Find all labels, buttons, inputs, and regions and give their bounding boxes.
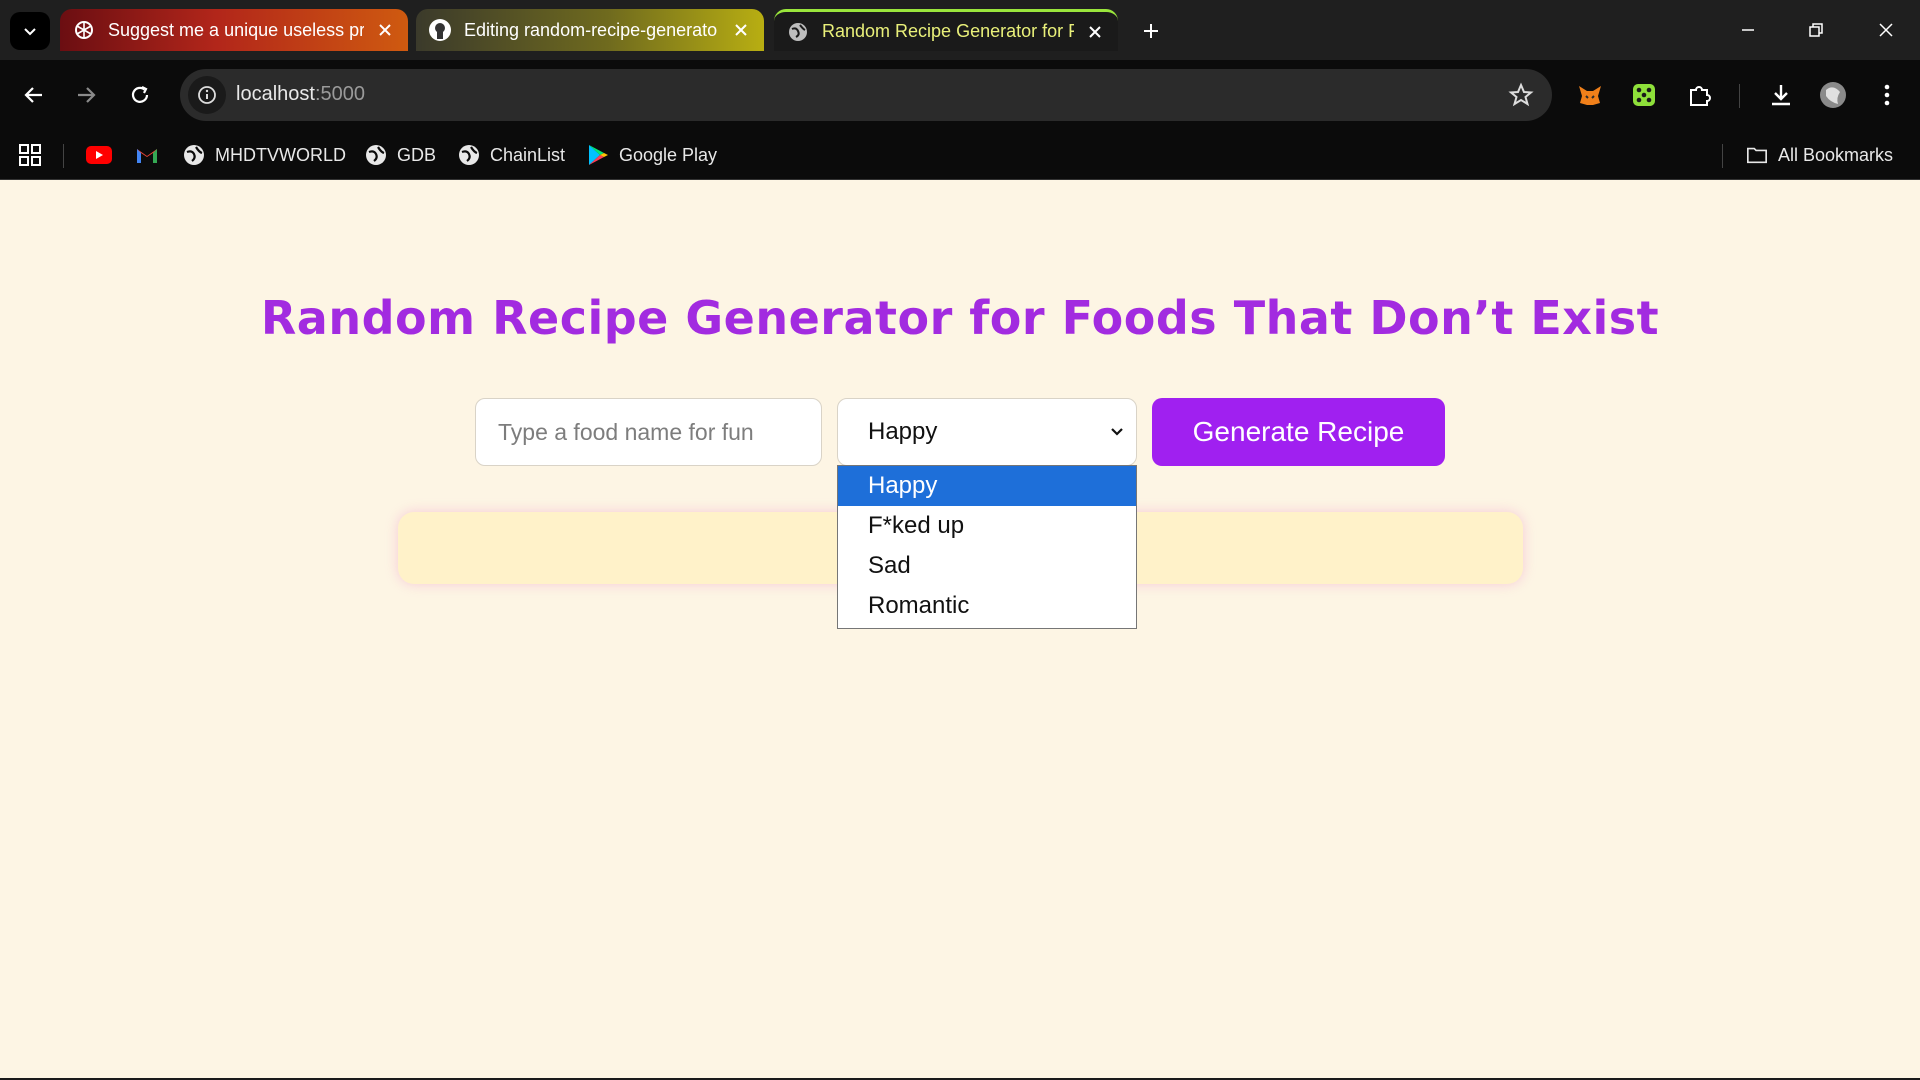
minimize-button[interactable] — [1728, 12, 1768, 48]
browser-menu-icon[interactable] — [1868, 76, 1906, 114]
tab-title: Editing random-recipe-generato — [464, 19, 718, 40]
tab-strip: Suggest me a unique useless pr Editing r… — [0, 0, 1920, 60]
mood-dropdown-list: Happy F*ked up Sad Romantic — [837, 465, 1137, 629]
arrow-left-icon — [24, 87, 42, 103]
bookmark-label: MHDTVWORLD — [215, 144, 346, 165]
bookmarks-divider — [63, 144, 64, 168]
reload-icon — [131, 86, 149, 103]
bookmark-google-play[interactable]: Google Play — [587, 140, 717, 170]
all-bookmarks-button[interactable]: All Bookmarks — [1746, 140, 1893, 170]
google-play-icon — [587, 144, 609, 166]
food-name-input[interactable] — [475, 398, 822, 466]
tab-search-button[interactable] — [10, 12, 50, 50]
bookmark-star-icon[interactable] — [1508, 82, 1534, 108]
bookmark-gdb[interactable]: GDB — [365, 140, 436, 170]
gmail-bookmark[interactable] — [135, 140, 159, 170]
tab-recipe-generator-active[interactable]: Random Recipe Generator for F — [774, 9, 1118, 51]
chevron-down-icon — [24, 28, 36, 36]
youtube-icon — [86, 146, 112, 164]
globe-icon — [786, 20, 810, 44]
minimize-icon — [1742, 29, 1754, 31]
globe-icon — [458, 144, 480, 166]
close-icon[interactable] — [1084, 21, 1106, 43]
bookmark-mhdtvworld[interactable]: MHDTVWORLD — [183, 140, 346, 170]
arrow-right-icon — [78, 87, 96, 103]
url-text[interactable]: localhost:5000 — [236, 83, 365, 106]
mood-option[interactable]: Sad — [838, 546, 1136, 586]
apps-grid-icon[interactable] — [18, 140, 42, 170]
url-host: localhost — [236, 83, 315, 105]
tab-title: Suggest me a unique useless pr — [108, 19, 364, 40]
page-content: Random Recipe Generator for Foods That D… — [0, 181, 1920, 1080]
forward-button[interactable] — [66, 75, 106, 115]
restore-icon — [1809, 23, 1823, 37]
bookmarks-divider — [1722, 144, 1723, 168]
tab-chatgpt[interactable]: Suggest me a unique useless pr — [60, 9, 408, 51]
url-port: :5000 — [314, 83, 365, 105]
restore-button[interactable] — [1796, 12, 1836, 48]
gmail-icon — [137, 149, 157, 163]
mood-select-value: Happy — [868, 418, 938, 445]
site-info-icon[interactable] — [188, 76, 226, 114]
reload-button[interactable] — [120, 75, 160, 115]
close-icon — [1879, 23, 1893, 37]
browser-toolbar: localhost:5000 — [0, 60, 1920, 130]
github-icon — [428, 18, 452, 42]
dice-extension-icon[interactable] — [1625, 76, 1663, 114]
youtube-bookmark[interactable] — [86, 140, 112, 170]
mood-select[interactable]: Happy — [837, 398, 1137, 466]
back-button[interactable] — [14, 75, 54, 115]
bookmark-label: GDB — [397, 144, 437, 165]
generate-recipe-button[interactable]: Generate Recipe — [1152, 398, 1445, 466]
bookmark-chainlist[interactable]: ChainList — [458, 140, 565, 170]
all-bookmarks-label: All Bookmarks — [1778, 144, 1894, 165]
bookmark-label: Google Play — [619, 144, 718, 165]
mood-option[interactable]: F*ked up — [838, 506, 1136, 546]
close-icon[interactable] — [374, 19, 396, 41]
profile-avatar-icon[interactable] — [1814, 76, 1852, 114]
bookmarks-bar: MHDTVWORLD GDB ChainList Google Play All… — [0, 130, 1920, 180]
extensions-puzzle-icon[interactable] — [1680, 76, 1718, 114]
address-bar[interactable]: localhost:5000 — [180, 69, 1552, 121]
bookmark-label: ChainList — [490, 144, 566, 165]
mood-option[interactable]: Happy — [838, 466, 1136, 506]
close-icon[interactable] — [730, 19, 752, 41]
new-tab-button[interactable] — [1134, 14, 1168, 48]
mood-option[interactable]: Romantic — [838, 586, 1136, 626]
chevron-down-icon — [1111, 428, 1123, 436]
globe-icon — [183, 144, 205, 166]
globe-icon — [365, 144, 387, 166]
tab-github[interactable]: Editing random-recipe-generato — [416, 9, 764, 51]
plus-icon — [1144, 24, 1158, 38]
toolbar-divider — [1739, 84, 1740, 108]
page-title: Random Recipe Generator for Foods That D… — [260, 291, 1660, 345]
tab-title: Random Recipe Generator for F — [822, 21, 1074, 41]
folder-icon — [1746, 144, 1768, 166]
metamask-extension-icon[interactable] — [1571, 76, 1609, 114]
openai-icon — [72, 18, 96, 42]
downloads-icon[interactable] — [1762, 76, 1800, 114]
close-window-button[interactable] — [1866, 12, 1906, 48]
